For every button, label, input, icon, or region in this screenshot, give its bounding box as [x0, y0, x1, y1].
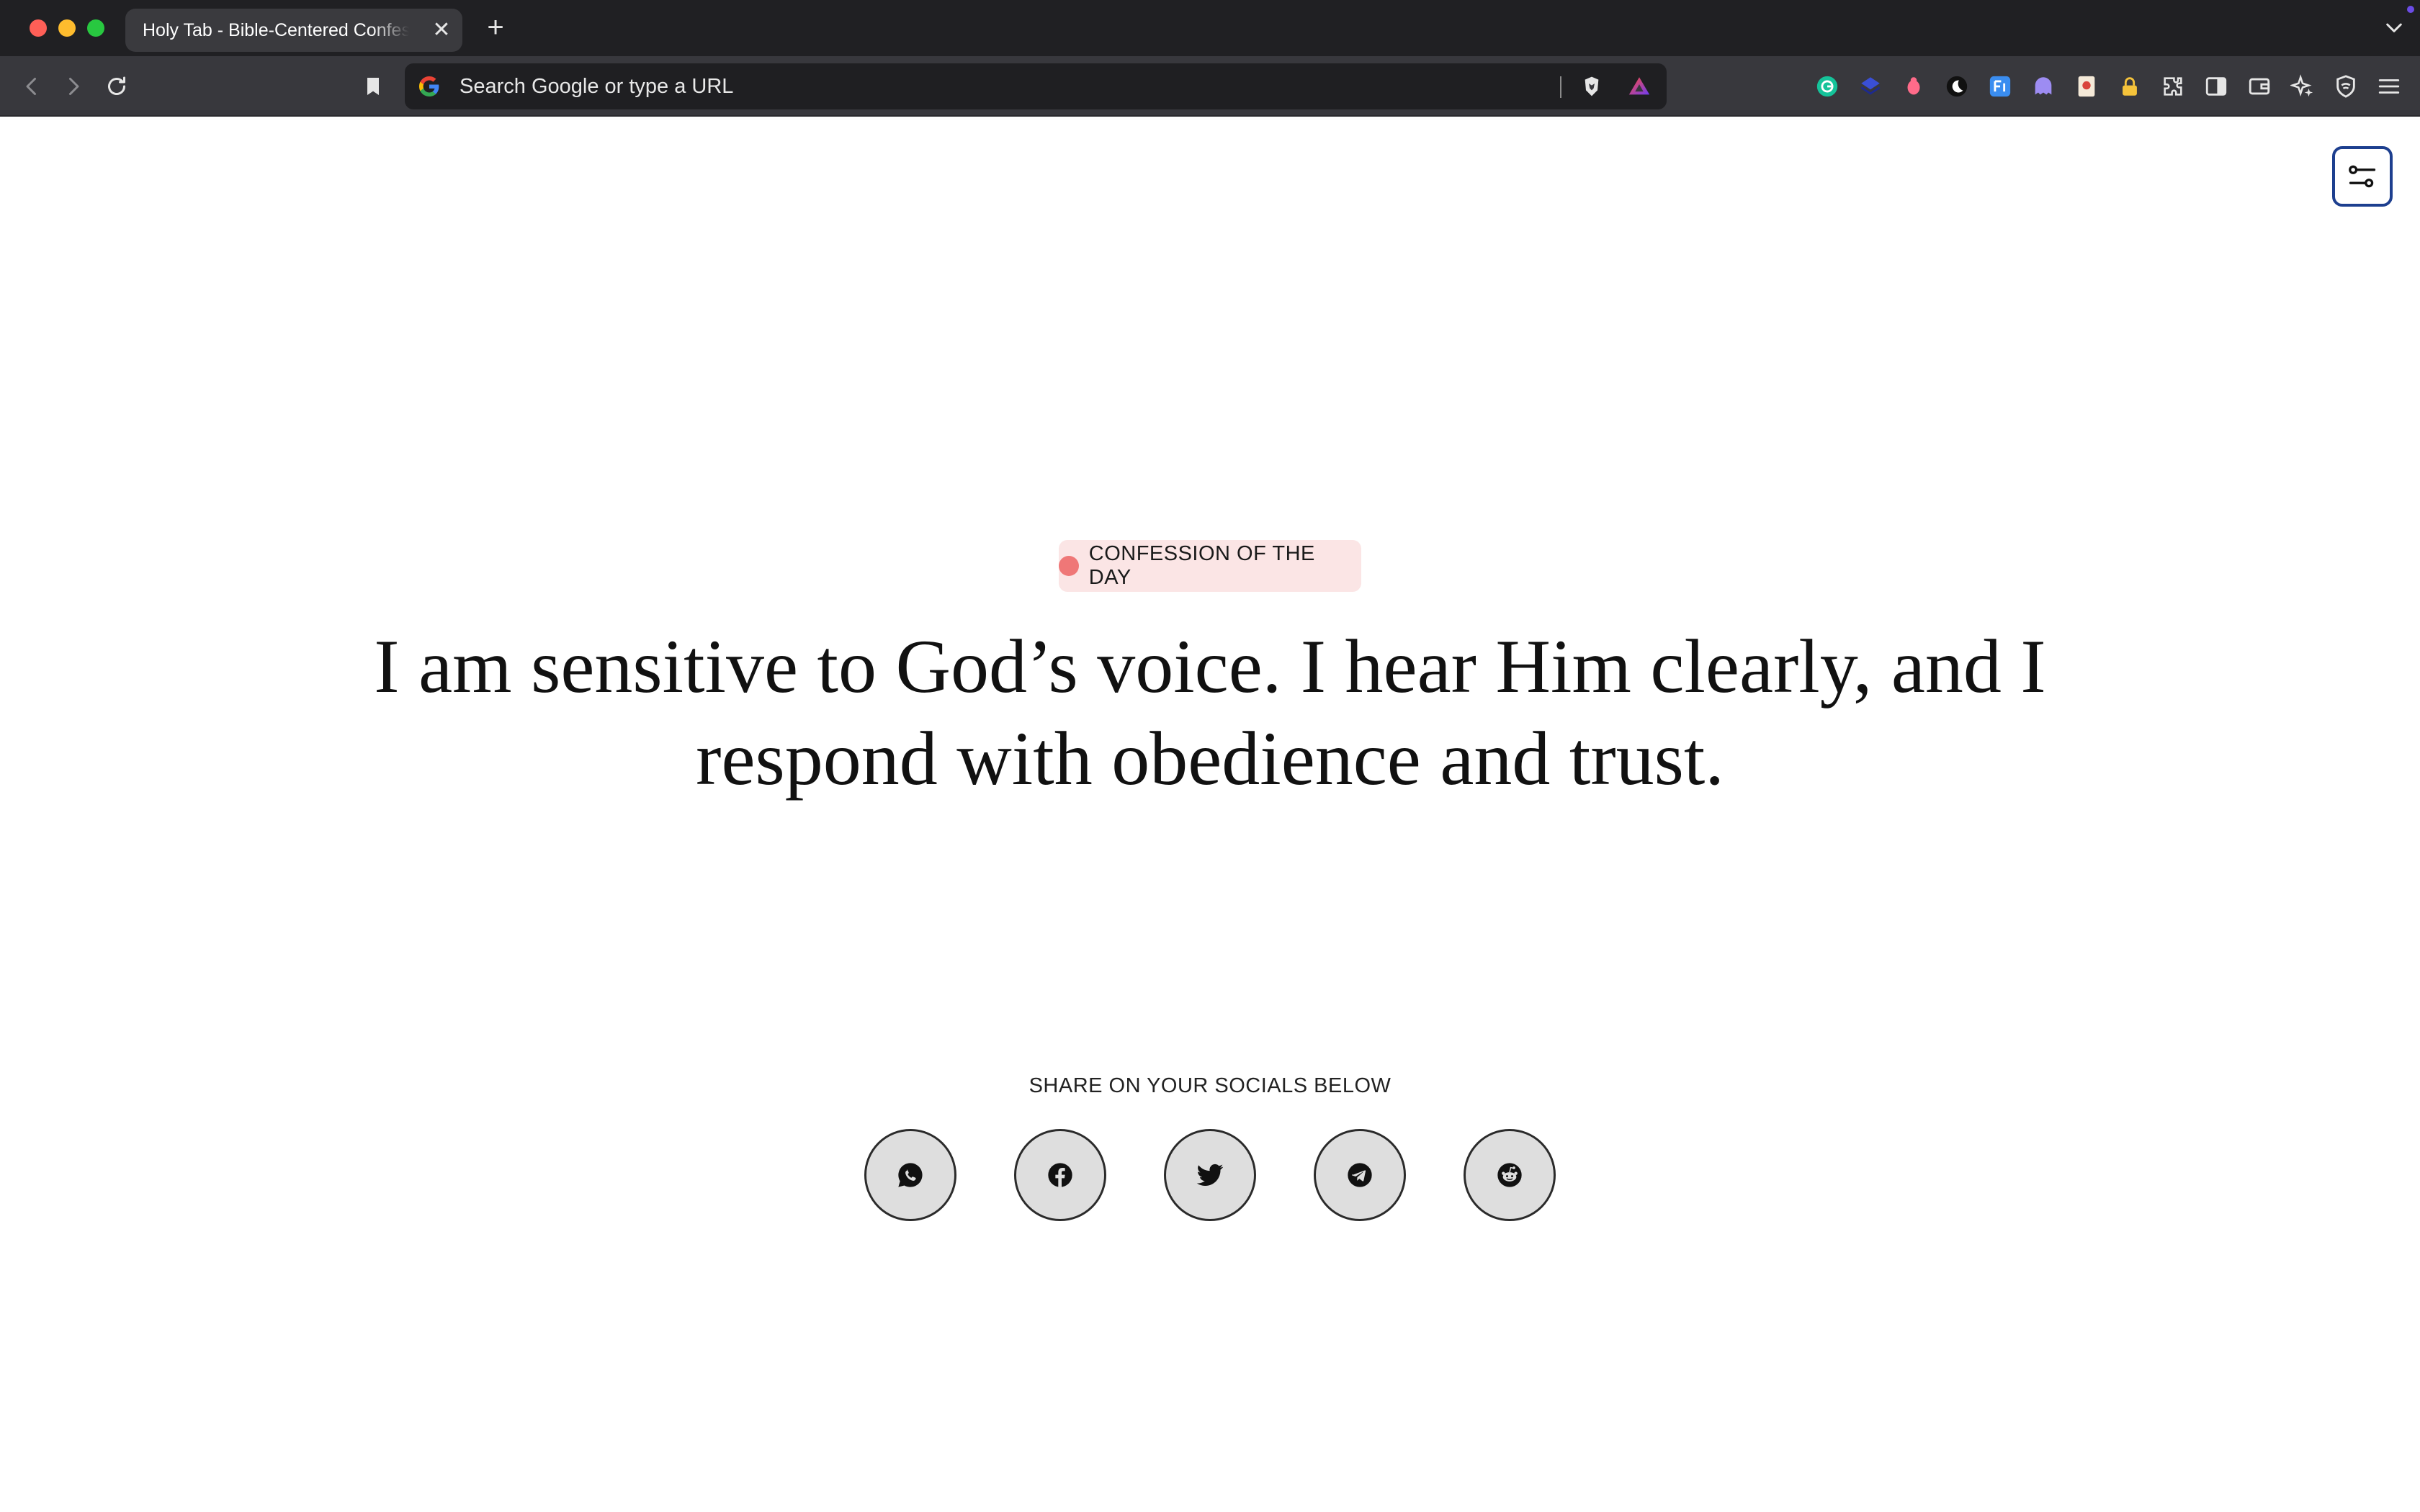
layers-icon — [1860, 77, 1881, 95]
grammarly-icon — [1816, 76, 1838, 97]
hamburger-menu-icon — [2378, 79, 2400, 94]
confession-badge: CONFESSION OF THE DAY — [1059, 540, 1361, 592]
reload-button[interactable] — [99, 69, 134, 104]
brave-rewards-button[interactable] — [1625, 72, 1654, 101]
address-bar[interactable]: Search Google or type a URL — [405, 63, 1667, 109]
pink-bug-extension[interactable] — [1897, 70, 1930, 103]
fi-extension[interactable] — [1984, 70, 2017, 103]
settings-button[interactable] — [2332, 146, 2393, 207]
document-extension[interactable] — [2070, 70, 2103, 103]
whatsapp-icon — [898, 1163, 923, 1187]
back-arrow-icon — [26, 78, 36, 95]
twitter-icon — [1196, 1164, 1224, 1186]
fi-badge-icon — [1989, 76, 2011, 97]
extensions-row — [1811, 69, 2406, 104]
forward-arrow-icon — [69, 78, 79, 95]
puzzle-icon — [2164, 77, 2182, 96]
ghost-extension[interactable] — [2027, 70, 2060, 103]
main-menu-button[interactable] — [2372, 70, 2406, 103]
bookmark-icon — [367, 78, 379, 95]
share-twitter-button[interactable] — [1164, 1129, 1256, 1221]
shield-vpn-icon — [2336, 75, 2355, 98]
minimize-window-button[interactable] — [58, 19, 76, 37]
vpn-button[interactable] — [2329, 70, 2362, 103]
close-window-button[interactable] — [30, 19, 47, 37]
brave-lion-icon — [1585, 76, 1599, 96]
bookmark-button[interactable] — [357, 71, 389, 102]
tab-close-icon[interactable]: ✕ — [429, 18, 454, 42]
reload-icon — [108, 76, 125, 95]
tab-list-chevron-icon[interactable] — [2383, 16, 2406, 39]
share-reddit-button[interactable] — [1464, 1129, 1556, 1221]
facebook-icon — [1048, 1163, 1072, 1187]
sidebar-icon — [2205, 77, 2227, 96]
back-button[interactable] — [14, 69, 49, 104]
lock-icon — [2123, 77, 2137, 96]
wallet-icon — [2249, 78, 2270, 95]
address-divider — [1560, 76, 1561, 98]
fullscreen-window-button[interactable] — [87, 19, 104, 37]
grammarly-extension[interactable] — [1811, 70, 1844, 103]
share-facebook-button[interactable] — [1014, 1129, 1106, 1221]
notification-dot — [2407, 6, 2414, 13]
confession-text: I am sensitive to God’s voice. I hear Hi… — [374, 624, 2046, 801]
browser-tab-bar: Holy Tab - Bible-Centered Confessions ✕ … — [0, 0, 2420, 56]
badge-label: CONFESSION OF THE DAY — [1088, 542, 1315, 589]
sidebar-toggle-button[interactable] — [2200, 70, 2233, 103]
document-stamp-icon — [2078, 76, 2095, 97]
wallet-button[interactable] — [2243, 70, 2276, 103]
password-extension[interactable] — [2113, 70, 2146, 103]
share-label: SHARE ON YOUR SOCIALS BELOW — [1028, 1074, 1392, 1097]
dark-mode-extension[interactable] — [1940, 70, 1973, 103]
badge-dot-icon — [1059, 556, 1079, 576]
moon-toggle-icon — [1946, 76, 1968, 97]
reddit-icon — [1497, 1163, 1522, 1187]
active-tab[interactable]: Holy Tab - Bible-Centered Confessions ✕ — [125, 9, 462, 52]
address-placeholder: Search Google or type a URL — [460, 75, 734, 98]
page-content: CONFESSION OF THE DAY I am sensitive to … — [0, 117, 2420, 1512]
leo-ai-button[interactable] — [2286, 70, 2319, 103]
browser-toolbar: Search Google or type a URL — [0, 56, 2420, 117]
forward-button[interactable] — [56, 69, 91, 104]
sparkle-icon — [2290, 74, 2313, 97]
brave-rewards-triangle-icon — [1628, 77, 1650, 95]
layers-extension[interactable] — [1854, 70, 1887, 103]
telegram-icon — [1348, 1163, 1372, 1187]
tab-title: Holy Tab - Bible-Centered Confessions — [143, 20, 409, 40]
brave-shields-button[interactable] — [1577, 72, 1606, 101]
new-tab-button[interactable]: + — [481, 13, 510, 42]
share-whatsapp-button[interactable] — [864, 1129, 956, 1221]
ghost-icon — [2035, 77, 2052, 95]
bug-icon — [1907, 77, 1920, 95]
google-icon — [419, 76, 439, 96]
share-telegram-button[interactable] — [1314, 1129, 1406, 1221]
extensions-menu-button[interactable] — [2156, 70, 2190, 103]
sliders-settings-icon — [2349, 165, 2376, 188]
